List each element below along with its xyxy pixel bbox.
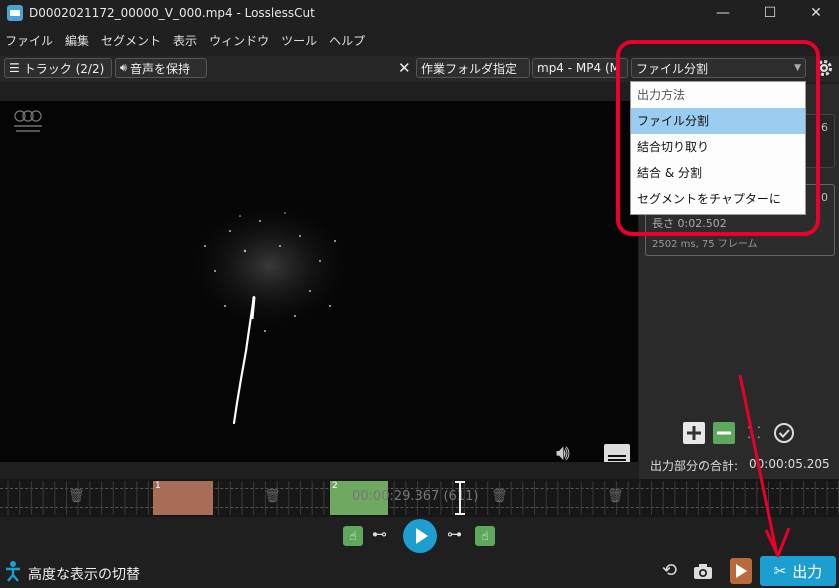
- working-folder-label: 作業フォルダ指定: [421, 61, 518, 76]
- menu-segment[interactable]: セグメント: [101, 30, 161, 52]
- subtitles-icon[interactable]: [604, 444, 630, 462]
- export-button[interactable]: ✂ 出力: [760, 556, 836, 586]
- dropdown-option-split[interactable]: ファイル分割: [631, 108, 805, 134]
- dropdown-option-merge-cut[interactable]: 結合切り取り: [631, 134, 805, 160]
- segment-1-block[interactable]: 1: [153, 481, 213, 515]
- menu-tools[interactable]: ツール: [281, 30, 317, 52]
- trash-icon[interactable]: 🗑︎: [491, 489, 508, 504]
- trash-icon[interactable]: 🗑︎: [68, 489, 85, 504]
- advanced-view-toggle[interactable]: 高度な表示の切替: [28, 564, 140, 584]
- play-segment-icon[interactable]: [730, 558, 752, 584]
- segment-partial-text-2: 0: [821, 191, 828, 204]
- key-right-icon[interactable]: ⊶: [447, 525, 462, 543]
- close-x-icon[interactable]: ✕: [398, 58, 411, 78]
- remove-segment-icon[interactable]: [713, 422, 735, 444]
- format-select[interactable]: mp4 - MP4 (M: [532, 58, 628, 78]
- speaker-icon: 🔊︎: [120, 61, 127, 74]
- segment-partial-text: 6: [821, 121, 828, 134]
- volume-icon[interactable]: 🔊︎: [556, 441, 570, 462]
- add-segment-icon[interactable]: [683, 422, 705, 444]
- segment-1-label: 1: [155, 481, 161, 491]
- keep-audio-button[interactable]: 🔊︎ 音声を保持: [115, 58, 207, 78]
- list-icon: ☰: [9, 61, 20, 75]
- menu-view[interactable]: 表示: [173, 30, 197, 52]
- export-mode-dropdown: 出力方法 ファイル分割 結合切り取り 結合 & 分割 セグメントをチャプターに: [630, 81, 806, 215]
- scissors-icon: ✂: [773, 562, 787, 580]
- check-segment-icon[interactable]: [773, 422, 795, 444]
- bottom-bar: 高度な表示の切替 ⟲ ✂ 出力: [0, 555, 839, 588]
- total-value: 00:00:05.205: [749, 457, 830, 471]
- export-label: 出力: [792, 562, 823, 581]
- close-button[interactable]: ✕: [793, 0, 839, 26]
- video-player[interactable]: 🔊︎: [0, 101, 638, 462]
- segment-frames: 2502 ms, 75 フレーム: [652, 239, 758, 250]
- rotate-icon[interactable]: ⟲: [662, 560, 677, 581]
- accessibility-icon[interactable]: [5, 560, 21, 582]
- segment-2-label: 2: [332, 481, 338, 491]
- menu-file[interactable]: ファイル: [5, 30, 53, 52]
- working-folder-button[interactable]: 作業フォルダ指定: [416, 58, 530, 78]
- set-end-icon[interactable]: ☝: [475, 526, 495, 546]
- tracks-button[interactable]: ☰ トラック (2/2): [4, 58, 112, 78]
- playhead-cap: [455, 481, 465, 483]
- window-title: D0002021172_00000_V_000.mp4 - LosslessCu…: [29, 6, 315, 20]
- menu-edit[interactable]: 編集: [65, 30, 89, 52]
- app-icon: [7, 5, 23, 21]
- tracks-label: トラック (2/2): [23, 61, 105, 76]
- dropdown-header: 出力方法: [637, 88, 686, 102]
- playhead[interactable]: [459, 481, 461, 515]
- menu-help[interactable]: ヘルプ: [329, 30, 365, 52]
- minimize-button[interactable]: —: [700, 0, 746, 26]
- dropdown-option-merge-split[interactable]: 結合 & 分割: [631, 160, 805, 186]
- set-start-icon[interactable]: ☝: [343, 526, 363, 546]
- key-left-icon[interactable]: ⊷: [372, 525, 387, 543]
- playback-controls: ☝ ⊷ ⊶ ☝: [0, 517, 839, 555]
- playhead-cap: [455, 513, 465, 515]
- dropdown-option-chapters[interactable]: セグメントをチャプターに: [631, 186, 805, 212]
- menu-window[interactable]: ウィンドウ: [209, 30, 269, 52]
- fireworks-scene: [180, 196, 360, 425]
- trash-icon[interactable]: 🗑︎: [264, 489, 281, 504]
- format-label: mp4 - MP4 (M: [537, 61, 620, 75]
- maximize-button[interactable]: ☐: [747, 0, 793, 26]
- timeline[interactable]: 1 2 🗑︎ 🗑︎ 🗑︎ 🗑︎ 00:00:29.367 (611): [0, 479, 839, 517]
- split-segment-icon[interactable]: ⸬: [743, 422, 765, 444]
- camera-icon[interactable]: [693, 562, 713, 580]
- play-button[interactable]: [403, 519, 437, 553]
- keep-audio-label: 音声を保持: [129, 61, 190, 76]
- trash-icon[interactable]: 🗑︎: [607, 489, 624, 504]
- total-label: 出力部分の合計:: [650, 459, 739, 473]
